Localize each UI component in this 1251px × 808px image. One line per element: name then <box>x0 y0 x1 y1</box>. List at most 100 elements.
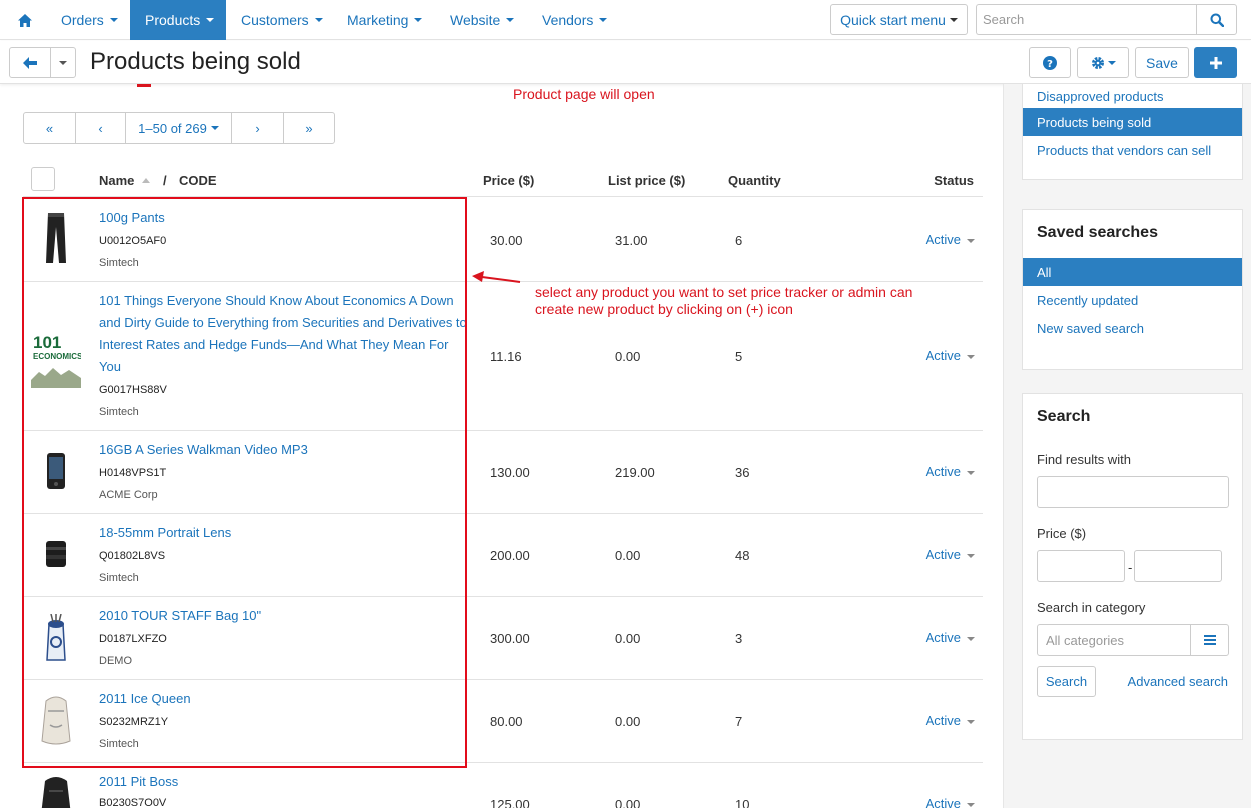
status-dropdown[interactable]: Active <box>926 348 975 363</box>
product-name-link[interactable]: 2010 TOUR STAFF Bag 10" <box>99 605 469 627</box>
sidebar-item-being-sold[interactable]: Products being sold <box>1023 108 1242 136</box>
column-header-name[interactable]: Name <box>99 173 134 188</box>
product-name-link[interactable]: 100g Pants <box>99 207 469 229</box>
chevron-down-icon <box>414 18 423 22</box>
chevron-down-icon <box>967 636 975 641</box>
table-row[interactable]: 16GB A Series Walkman Video MP3 H0148VPS… <box>23 431 983 514</box>
svg-text:?: ? <box>1047 59 1053 70</box>
column-header-sep: / <box>163 173 167 188</box>
column-header-list-price[interactable]: List price ($) <box>608 173 685 188</box>
backpack-dark-icon <box>31 775 81 808</box>
product-quantity[interactable]: 3 <box>735 631 742 646</box>
chevron-down-icon <box>967 238 975 243</box>
product-code: H0148VPS1T <box>99 467 167 479</box>
product-vendor: DEMO <box>99 655 132 667</box>
product-code: Q01802L8VS <box>99 550 166 562</box>
product-price[interactable]: 200.00 <box>490 548 530 563</box>
status-dropdown[interactable]: Active <box>926 630 975 645</box>
nav-marketing[interactable]: Marketing <box>332 0 437 40</box>
product-quantity[interactable]: 10 <box>735 797 749 808</box>
sidebar-item-disapproved[interactable]: Disapproved products <box>1023 84 1242 108</box>
title-bar: Products being sold ? Save <box>0 41 1251 84</box>
back-dropdown-button[interactable] <box>50 47 76 78</box>
quick-start-menu-button[interactable]: Quick start menu <box>830 4 968 35</box>
saved-search-recently-updated[interactable]: Recently updated <box>1023 286 1242 314</box>
add-product-button[interactable] <box>1194 47 1237 78</box>
select-all-checkbox[interactable] <box>31 167 55 191</box>
category-picker-input[interactable]: All categories <box>1037 624 1191 656</box>
home-icon[interactable] <box>10 0 40 40</box>
search-submit-button[interactable]: Search <box>1037 666 1096 697</box>
saved-search-all[interactable]: All <box>1023 258 1242 286</box>
product-price[interactable]: 130.00 <box>490 465 530 480</box>
product-price[interactable]: 11.16 <box>490 349 522 364</box>
status-dropdown[interactable]: Active <box>926 713 975 728</box>
column-header-status[interactable]: Status <box>934 173 974 188</box>
product-price[interactable]: 30.00 <box>490 233 523 248</box>
status-dropdown[interactable]: Active <box>926 232 975 247</box>
plus-icon <box>1209 56 1222 69</box>
product-price[interactable]: 300.00 <box>490 631 530 646</box>
price-from-input[interactable] <box>1037 550 1125 582</box>
mp3-player-icon <box>31 451 81 491</box>
category-picker-button[interactable] <box>1190 624 1229 656</box>
product-quantity[interactable]: 7 <box>735 714 742 729</box>
search-button[interactable] <box>1196 4 1237 35</box>
status-dropdown[interactable]: Active <box>926 464 975 479</box>
table-row[interactable]: 2010 TOUR STAFF Bag 10" D0187LXFZO DEMO … <box>23 597 983 680</box>
nav-vendors[interactable]: Vendors <box>527 0 622 40</box>
product-code: B0230S7O0V <box>99 797 167 808</box>
product-list-price: 0.00 <box>615 349 641 364</box>
find-results-input[interactable] <box>1037 476 1229 508</box>
save-button[interactable]: Save <box>1135 47 1189 78</box>
chevron-down-icon <box>59 60 67 65</box>
table-row[interactable]: 2011 Pit Boss B0230S7O0V 125.00 0.00 10 … <box>23 763 983 808</box>
chevron-down-icon <box>967 470 975 475</box>
pager-prev-button[interactable]: ‹ <box>76 113 126 143</box>
pager-first-button[interactable]: « <box>24 113 76 143</box>
chevron-down-icon <box>506 18 515 22</box>
product-list-price: 0.00 <box>615 714 641 729</box>
nav-orders[interactable]: Orders <box>46 0 133 40</box>
advanced-search-link[interactable]: Advanced search <box>1128 674 1228 689</box>
product-quantity[interactable]: 48 <box>735 548 749 563</box>
product-name-link[interactable]: 2011 Ice Queen <box>99 688 469 710</box>
chevron-down-icon <box>206 18 215 22</box>
product-name-link[interactable]: 101 Things Everyone Should Know About Ec… <box>99 290 469 378</box>
back-button[interactable] <box>9 47 51 78</box>
product-price[interactable]: 80.00 <box>490 714 523 729</box>
column-header-code[interactable]: CODE <box>179 173 217 188</box>
table-row[interactable]: 2011 Ice Queen S0232MRZ1Y Simtech 80.00 … <box>23 680 983 763</box>
pager-range-dropdown[interactable]: 1–50 of 269 <box>126 113 232 143</box>
search-input[interactable]: Search <box>976 4 1197 35</box>
sidebar-item-vendors-can-sell[interactable]: Products that vendors can sell <box>1023 136 1242 164</box>
cut-off-indicator <box>137 84 151 87</box>
help-button[interactable]: ? <box>1029 47 1071 78</box>
product-name-link[interactable]: 2011 Pit Boss <box>99 771 469 793</box>
product-quantity[interactable]: 36 <box>735 465 749 480</box>
product-list-price: 219.00 <box>615 465 655 480</box>
pager-next-button[interactable]: › <box>232 113 284 143</box>
price-range-separator: - <box>1128 560 1133 575</box>
column-header-price[interactable]: Price ($) <box>483 173 534 188</box>
table-row[interactable]: 18-55mm Portrait Lens Q01802L8VS Simtech… <box>23 514 983 597</box>
pager-last-button[interactable]: » <box>284 113 334 143</box>
nav-customers[interactable]: Customers <box>226 0 338 40</box>
product-quantity[interactable]: 6 <box>735 233 742 248</box>
nav-products[interactable]: Products <box>130 0 226 40</box>
price-to-input[interactable] <box>1134 550 1222 582</box>
product-list-price: 31.00 <box>615 233 648 248</box>
status-dropdown[interactable]: Active <box>926 547 975 562</box>
saved-search-new[interactable]: New saved search <box>1023 314 1242 342</box>
chevron-down-icon <box>109 18 118 22</box>
table-header: Name / CODE Price ($) List price ($) Qua… <box>23 165 983 197</box>
settings-dropdown-button[interactable] <box>1077 47 1129 78</box>
status-dropdown[interactable]: Active <box>926 796 975 808</box>
nav-website[interactable]: Website <box>435 0 529 40</box>
product-price[interactable]: 125.00 <box>490 797 530 808</box>
column-header-quantity[interactable]: Quantity <box>728 173 781 188</box>
product-name-link[interactable]: 16GB A Series Walkman Video MP3 <box>99 439 469 461</box>
product-name-link[interactable]: 18-55mm Portrait Lens <box>99 522 469 544</box>
product-quantity[interactable]: 5 <box>735 349 742 364</box>
price-label: Price ($) <box>1037 526 1087 541</box>
